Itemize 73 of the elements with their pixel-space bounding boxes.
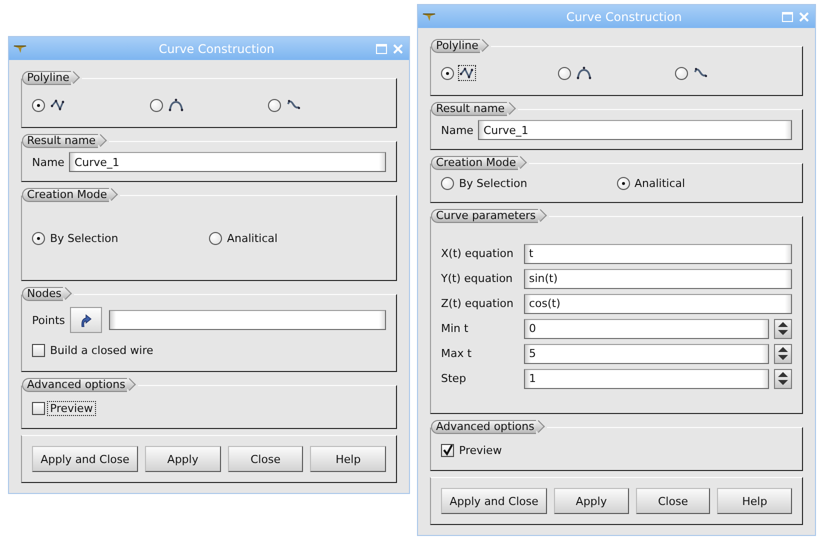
dialog-button[interactable]: Apply and Close: [441, 488, 547, 514]
radio-label: Analitical: [634, 176, 686, 190]
window-title: Curve Construction: [565, 10, 683, 24]
group-label: Advanced options: [22, 378, 138, 392]
group-label: Curve parameters: [431, 209, 549, 223]
curved-arrow-icon: [80, 313, 92, 327]
checkbox[interactable]: [441, 444, 454, 456]
field-label: Points: [32, 314, 66, 326]
radio-button[interactable]: [268, 98, 281, 112]
radio-button[interactable]: [32, 98, 45, 112]
radio-button[interactable]: [675, 66, 688, 80]
name-field[interactable]: Curve_1: [69, 152, 386, 172]
maximize-icon: [376, 44, 387, 54]
field-label: Z(t) equation: [441, 297, 514, 310]
selection-button[interactable]: [70, 307, 102, 333]
check-mark-icon: [442, 444, 453, 456]
radio-label: Analitical: [227, 232, 278, 244]
radio-button[interactable]: [441, 66, 454, 80]
points-field[interactable]: [109, 310, 386, 330]
checkbox[interactable]: [32, 344, 45, 356]
close-icon: [799, 12, 809, 22]
group-label: Polyline: [22, 71, 82, 85]
group-label: Nodes: [22, 287, 74, 301]
radio-button[interactable]: [616, 176, 630, 190]
up-down-arrows-icon: [778, 372, 788, 385]
number-field[interactable]: 0: [524, 318, 769, 338]
number-field[interactable]: 5: [524, 344, 769, 364]
checkbox-label: Build a closed wire: [49, 344, 154, 356]
checkbox[interactable]: [32, 402, 45, 414]
radio-label: By Selection: [459, 176, 528, 190]
checkbox-label: Preview: [48, 402, 95, 414]
group-label: Polyline: [431, 39, 492, 53]
group-label: Creation Mode: [431, 156, 530, 170]
up-down-arrows-icon: [778, 347, 788, 360]
spin-buttons[interactable]: [774, 344, 792, 364]
field-label: Step: [441, 372, 468, 385]
up-down-arrows-icon: [778, 322, 788, 335]
equation-field[interactable]: t: [524, 244, 792, 264]
dialog-button[interactable]: Apply: [145, 446, 221, 472]
group-label: Result name: [431, 102, 518, 116]
radio-button[interactable]: [558, 66, 571, 80]
window-title: Curve Construction: [158, 42, 276, 56]
equation-field[interactable]: cos(t): [524, 294, 792, 314]
radio-button[interactable]: [150, 98, 163, 112]
app-icon: [422, 12, 436, 21]
group-label: Creation Mode: [22, 188, 120, 202]
radio-button[interactable]: [209, 232, 222, 244]
app-icon: [13, 44, 27, 53]
number-field[interactable]: 1: [524, 368, 769, 388]
field-label: Y(t) equation: [441, 272, 514, 285]
maximize-icon: [782, 12, 793, 22]
dialog-button[interactable]: Close: [636, 488, 710, 514]
dialog-button[interactable]: Apply: [554, 488, 629, 514]
field-label: Max t: [441, 347, 473, 360]
close-icon: [393, 44, 403, 54]
radio-button[interactable]: [32, 232, 45, 244]
checkbox-label: Preview: [458, 444, 503, 456]
dialog-button[interactable]: Close: [228, 446, 304, 472]
spin-buttons[interactable]: [774, 368, 792, 388]
dialog-button[interactable]: Help: [717, 488, 792, 514]
equation-field[interactable]: sin(t): [524, 268, 792, 288]
field-label: Min t: [441, 322, 470, 335]
field-label: Name: [32, 156, 64, 168]
dialog-button[interactable]: Apply and Close: [32, 446, 138, 472]
spin-buttons[interactable]: [774, 318, 792, 338]
group-label: Advanced options: [431, 420, 548, 434]
group-label: Result name: [22, 134, 109, 148]
field-label: X(t) equation: [441, 247, 514, 260]
field-label: Name: [441, 124, 474, 136]
radio-label: By Selection: [50, 232, 118, 244]
radio-button[interactable]: [441, 176, 454, 190]
name-field[interactable]: Curve_1: [478, 120, 792, 140]
dialog-button[interactable]: Help: [310, 446, 386, 472]
